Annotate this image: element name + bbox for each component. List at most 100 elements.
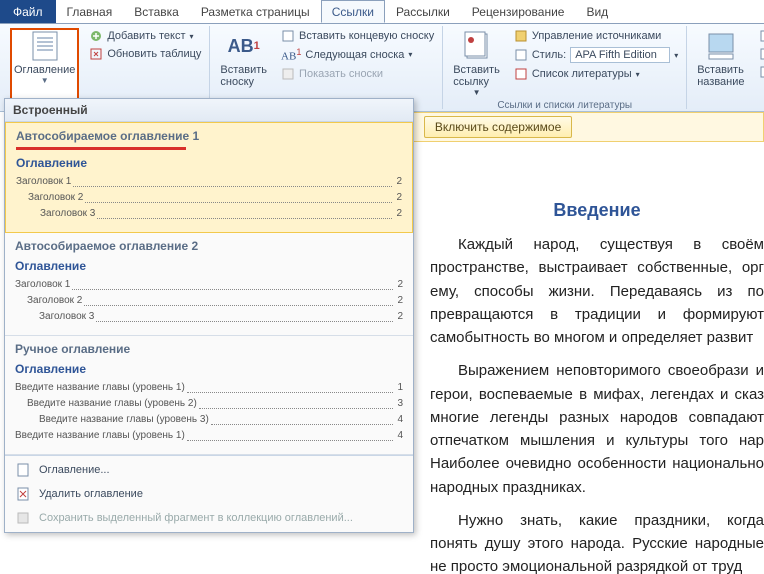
insert-footnote-button[interactable]: AB1 Вставить сноску	[216, 28, 271, 107]
toc-line: Заголовок 12	[15, 277, 403, 293]
security-bar: чен. Включить содержимое	[380, 112, 764, 142]
toc-option-manual[interactable]: Ручное оглавление Оглавление Введите наз…	[5, 336, 413, 455]
tab-bar: Файл Главная Вставка Разметка страницы С…	[0, 0, 764, 24]
toc-option-auto1[interactable]: Автособираемое оглавление 1 Оглавление З…	[5, 122, 413, 233]
toc-option-auto2[interactable]: Автособираемое оглавление 2 Оглавление З…	[5, 233, 413, 336]
gallery-header: Встроенный	[5, 99, 413, 122]
citation-side: Управление источниками Стиль: APA Fifth …	[512, 28, 680, 99]
save-toc-label: Сохранить выделенный фрагмент в коллекци…	[39, 512, 353, 524]
toc-line: Заголовок 12	[16, 174, 402, 190]
insert-caption-button[interactable]: Вставить название	[693, 28, 748, 107]
tab-layout[interactable]: Разметка страницы	[190, 0, 321, 23]
document-area[interactable]: Введение Каждый народ, существуя в своём…	[420, 160, 764, 574]
footnote-side: Вставить концевую сноску AB1 Следующая с…	[279, 28, 436, 107]
insert-citation-button[interactable]: Вставить ссылку ▼	[449, 28, 504, 99]
group-footnotes: AB1 Вставить сноску Вставить концевую сн…	[210, 26, 443, 109]
doc-paragraph: Каждый народ, существуя в своём простран…	[430, 233, 764, 349]
citation-icon	[461, 30, 493, 62]
tab-review[interactable]: Рецензирование	[461, 0, 576, 23]
update-table-label: Обновить таблицу	[107, 48, 201, 60]
crossref-icon	[759, 65, 764, 79]
next-footnote-label: Следующая сноска	[305, 49, 404, 61]
toc-line: Введите название главы (уровень 3)4	[15, 412, 403, 428]
cross-ref-button[interactable]: Пере	[757, 64, 764, 80]
toc-line: Заголовок 22	[16, 190, 402, 206]
toc-preview-title-2: Оглавление	[15, 259, 403, 273]
add-text-button[interactable]: Добавить текст ▾	[87, 28, 203, 44]
caption-side: Спис Обн Пере	[757, 28, 764, 107]
show-notes-icon	[281, 67, 295, 81]
save-toc-button: Сохранить выделенный фрагмент в коллекци…	[5, 506, 413, 530]
doc-paragraph: Выражением неповторимого своеобрази и ге…	[430, 359, 764, 499]
style-label: Стиль:	[532, 49, 566, 61]
add-text-icon	[89, 29, 103, 43]
custom-toc-label: Оглавление...	[39, 464, 110, 476]
document-icon	[15, 462, 31, 478]
toc-line: Введите название главы (уровень 1)4	[15, 428, 403, 444]
refresh-icon	[759, 47, 764, 61]
update-table-button[interactable]: Обновить таблицу	[87, 46, 203, 62]
remove-toc-button[interactable]: Удалить оглавление	[5, 482, 413, 506]
save-icon	[15, 510, 31, 526]
red-highlight-line	[16, 147, 186, 150]
toc-preview-title-1: Оглавление	[16, 156, 402, 170]
toc-line: Введите название главы (уровень 1)1	[15, 380, 403, 396]
caption-icon	[705, 30, 737, 62]
toc-line: Заголовок 32	[15, 309, 403, 325]
toc-icon	[29, 30, 61, 62]
file-tab[interactable]: Файл	[0, 0, 56, 23]
group-citations-label: Ссылки и списки литературы	[449, 99, 680, 112]
list-icon	[759, 29, 764, 43]
insert-caption-label: Вставить название	[697, 64, 744, 88]
toc-panel-footer: Оглавление... Удалить оглавление Сохрани…	[5, 455, 413, 532]
endnote-icon	[281, 29, 295, 43]
tab-mailings[interactable]: Рассылки	[385, 0, 461, 23]
manage-sources-label: Управление источниками	[532, 30, 661, 42]
style-value[interactable]: APA Fifth Edition	[570, 47, 670, 63]
toc-side-buttons: Добавить текст ▾ Обновить таблицу	[87, 28, 203, 107]
table-figures-button[interactable]: Спис	[757, 28, 764, 44]
toc-gallery-panel: Встроенный Автособираемое оглавление 1 О…	[4, 98, 414, 533]
ab-text: AB	[228, 36, 254, 57]
show-notes-button[interactable]: Показать сноски	[279, 66, 436, 82]
group-citations: Вставить ссылку ▼ Управление источниками…	[443, 26, 687, 109]
bibliography-icon	[514, 67, 528, 81]
doc-paragraph: Нужно знать, какие праздники, когда поня…	[430, 509, 764, 574]
bibliography-button[interactable]: Список литературы ▾	[512, 66, 680, 82]
enable-content-button[interactable]: Включить содержимое	[424, 116, 572, 138]
group-toc: Оглавление ▼ Добавить текст ▾ Обновить т…	[4, 26, 210, 109]
insert-citation-label: Вставить ссылку	[453, 64, 500, 88]
custom-toc-button[interactable]: Оглавление...	[5, 458, 413, 482]
toc-preview-title-3: Оглавление	[15, 362, 403, 376]
toc-button-label: Оглавление	[14, 64, 75, 76]
bibliography-label: Список литературы	[532, 68, 632, 80]
remove-toc-label: Удалить оглавление	[39, 488, 143, 500]
insert-footnote-label: Вставить сноску	[220, 64, 267, 88]
tab-home[interactable]: Главная	[56, 0, 124, 23]
group-captions: Вставить название Спис Обн Пере	[687, 26, 764, 109]
tab-references[interactable]: Ссылки	[321, 0, 385, 23]
group-captions-label	[693, 107, 764, 109]
update-figures-button[interactable]: Обн	[757, 46, 764, 62]
toc-manual-title: Ручное оглавление	[15, 342, 403, 356]
next-footnote-button[interactable]: AB1 Следующая сноска ▾	[279, 46, 436, 64]
next-footnote-icon: AB1	[281, 47, 301, 63]
tab-view[interactable]: Вид	[575, 0, 619, 23]
toc-auto1-title: Автособираемое оглавление 1	[16, 129, 402, 143]
insert-endnote-label: Вставить концевую сноску	[299, 30, 434, 42]
update-icon	[89, 47, 103, 61]
remove-icon	[15, 486, 31, 502]
manage-sources-button[interactable]: Управление источниками	[512, 28, 680, 44]
insert-endnote-button[interactable]: Вставить концевую сноску	[279, 28, 436, 44]
toc-auto2-title: Автособираемое оглавление 2	[15, 239, 403, 253]
doc-title: Введение	[430, 200, 764, 221]
style-picker[interactable]: Стиль: APA Fifth Edition ▾	[512, 46, 680, 64]
dropdown-arrow-icon: ▼	[41, 76, 49, 85]
show-notes-label: Показать сноски	[299, 68, 383, 80]
tab-insert[interactable]: Вставка	[123, 0, 190, 23]
toc-line: Заголовок 22	[15, 293, 403, 309]
toc-button[interactable]: Оглавление ▼	[10, 28, 79, 107]
style-icon	[514, 48, 528, 62]
footnote-icon: AB1	[228, 30, 260, 62]
toc-line: Введите название главы (уровень 2)3	[15, 396, 403, 412]
